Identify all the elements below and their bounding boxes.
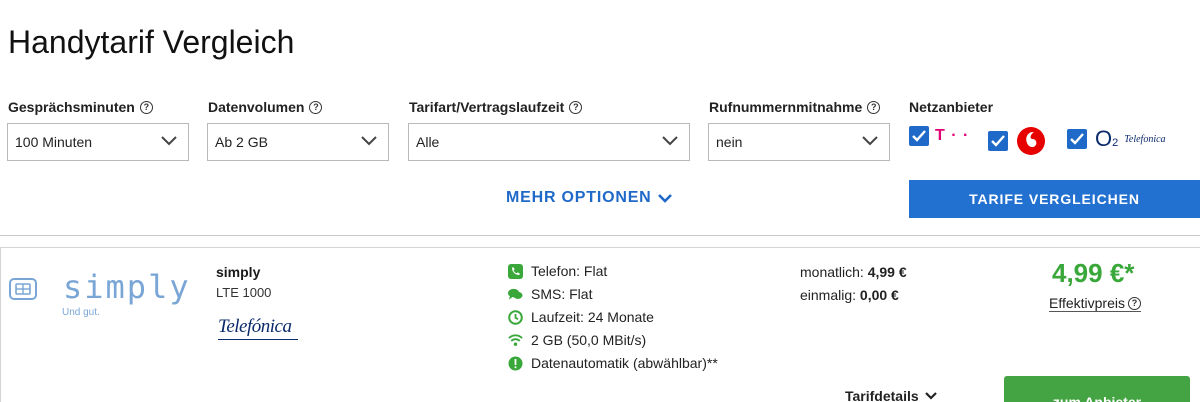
filter-label-minutes: Gesprächsminuten? xyxy=(8,99,153,115)
filter-label-number-porting: Rufnummernmitnahme? xyxy=(709,99,881,115)
number-porting-select-value: nein xyxy=(716,134,743,150)
data-volume-select[interactable]: Ab 2 GB xyxy=(207,123,389,161)
page-title: Handytarif Vergleich xyxy=(8,24,295,60)
sms-icon xyxy=(508,287,523,302)
network-o2-option[interactable]: O2 Telefonica xyxy=(1067,126,1166,152)
provider-name: simply xyxy=(216,264,261,280)
onetime-cost: einmalig: 0,00 € xyxy=(800,287,899,303)
data-volume-select-value: Ab 2 GB xyxy=(215,134,268,150)
chevron-down-icon xyxy=(662,136,678,146)
minutes-select[interactable]: 100 Minuten xyxy=(7,123,189,161)
chevron-down-icon xyxy=(161,136,177,146)
clock-icon xyxy=(508,309,523,325)
to-provider-button[interactable]: zum Anbieter xyxy=(1004,376,1190,402)
filter-label-network: Netzanbieter xyxy=(909,99,994,115)
tariff-type-select-value: Alle xyxy=(416,134,440,150)
chevron-down-icon xyxy=(924,392,937,400)
telefonica-small-logo: Telefonica xyxy=(1124,133,1166,145)
divider xyxy=(0,235,1200,236)
help-icon[interactable]: ? xyxy=(569,100,583,114)
telefonica-logo: Telefónica xyxy=(218,316,298,340)
compare-tariffs-button[interactable]: TARIFE VERGLEICHEN xyxy=(909,180,1200,218)
tariff-type-select[interactable]: Alle xyxy=(408,123,690,161)
filter-label-data: Datenvolumen? xyxy=(208,99,323,115)
tariff-name: LTE 1000 xyxy=(216,285,272,300)
vodafone-logo xyxy=(1017,127,1045,155)
o2-logo: O2 xyxy=(1095,126,1119,151)
filter-label-tariff-type: Tarifart/Vertragslaufzeit? xyxy=(409,99,583,115)
simply-logo: simply Und gut. xyxy=(9,268,199,327)
effective-price-link[interactable]: Effektivpreis? xyxy=(1049,295,1141,312)
info-icon xyxy=(508,356,523,371)
help-icon[interactable]: ? xyxy=(1128,296,1141,310)
telekom-logo: T · · xyxy=(935,127,970,144)
feature-phone: Telefon: Flat xyxy=(508,263,607,279)
checkbox-checked-icon[interactable] xyxy=(1067,129,1087,149)
help-icon[interactable]: ? xyxy=(867,100,881,114)
more-options-label: MEHR OPTIONEN xyxy=(506,189,652,206)
checkbox-checked-icon[interactable] xyxy=(909,126,929,146)
minutes-select-value: 100 Minuten xyxy=(15,134,93,150)
chevron-down-icon xyxy=(862,136,878,146)
monthly-cost: monatlich: 4,99 € xyxy=(800,264,907,280)
phone-icon xyxy=(508,263,523,279)
number-porting-select[interactable]: nein xyxy=(708,123,890,161)
price: 4,99 €* xyxy=(1052,258,1135,288)
feature-data: 2 GB (50,0 MBit/s) xyxy=(508,332,646,348)
chevron-down-icon xyxy=(361,136,377,146)
more-options-link[interactable]: MEHR OPTIONEN xyxy=(506,189,672,207)
help-icon[interactable]: ? xyxy=(139,100,153,114)
wifi-icon xyxy=(508,333,523,348)
help-icon[interactable]: ? xyxy=(309,100,323,114)
network-telekom-option[interactable]: T · · xyxy=(909,126,969,146)
feature-duration: Laufzeit: 24 Monate xyxy=(508,309,654,325)
feature-sms: SMS: Flat xyxy=(508,286,592,302)
tariff-details-toggle[interactable]: Tarifdetails xyxy=(845,388,937,402)
network-vodafone-option[interactable] xyxy=(988,126,1046,156)
checkbox-checked-icon[interactable] xyxy=(988,131,1008,151)
chevron-down-icon xyxy=(657,194,672,203)
feature-data-automatic: Datenautomatik (abwählbar)** xyxy=(508,355,718,371)
